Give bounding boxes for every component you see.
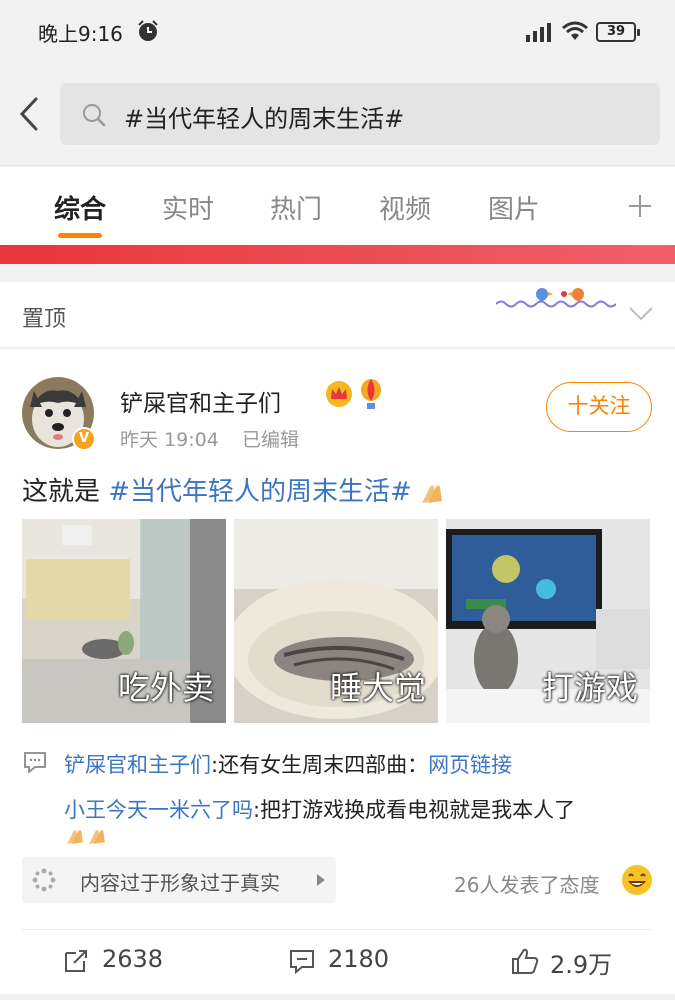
clap-emoji-icon bbox=[67, 830, 83, 844]
chevron-down-icon[interactable] bbox=[628, 306, 654, 322]
photo-caption: 吃外卖 bbox=[117, 669, 214, 707]
edited-label: 已编辑 bbox=[242, 429, 300, 451]
triangle-right-icon bbox=[317, 874, 325, 886]
active-tab-indicator bbox=[58, 233, 102, 238]
laughing-emoji-icon[interactable] bbox=[620, 863, 654, 897]
alarm-clock-icon bbox=[138, 20, 158, 41]
thumbs-up-icon bbox=[512, 948, 539, 974]
repost-button[interactable]: 2638 bbox=[62, 941, 172, 981]
action-divider bbox=[22, 929, 653, 930]
topic-banner-strip bbox=[0, 245, 675, 264]
search-header: #当代年轻人的周末生活# bbox=[0, 66, 675, 166]
author-name[interactable]: 铲屎官和主子们 bbox=[120, 384, 281, 418]
verified-badge-icon: V bbox=[72, 427, 96, 451]
photo-caption: 睡大觉 bbox=[329, 669, 426, 707]
repost-count: 2638 bbox=[102, 945, 164, 973]
comment-icon bbox=[290, 950, 314, 975]
comment-user[interactable]: 铲屎官和主子们 bbox=[64, 753, 211, 777]
reactions-summary[interactable]: 26人发表了态度 bbox=[454, 869, 599, 898]
comment-item[interactable]: 小王今天一米六了吗:把打游戏换成看电视就是我本人了 bbox=[64, 794, 575, 824]
post-text: 这就是 #当代年轻人的周末生活# bbox=[22, 471, 446, 508]
comment-text: :把打游戏换成看电视就是我本人了 bbox=[253, 798, 576, 822]
post-hashtag[interactable]: #当代年轻人的周末生活# bbox=[108, 477, 412, 507]
comment-user[interactable]: 小王今天一米六了吗 bbox=[64, 798, 253, 822]
comment-bubble-icon bbox=[24, 752, 46, 773]
post-photo-sleeping[interactable]: 睡大觉 bbox=[234, 519, 438, 723]
plus-icon[interactable] bbox=[627, 193, 653, 219]
post-photo-takeout[interactable]: 吃外卖 bbox=[22, 519, 226, 723]
like-count: 2.9万 bbox=[550, 951, 613, 979]
pinned-label: 置顶 bbox=[22, 307, 67, 332]
pinned-header[interactable]: 置顶 bbox=[0, 282, 675, 348]
clap-emoji-icon bbox=[421, 485, 442, 503]
topic-chip-text: 内容过于形象过于真实 bbox=[80, 871, 280, 895]
follow-button[interactable]: 十关注 bbox=[546, 382, 652, 432]
tab-video[interactable]: 视频 bbox=[379, 189, 431, 226]
tab-comprehensive[interactable]: 综合 bbox=[54, 189, 106, 226]
like-button[interactable]: 2.9万 bbox=[510, 941, 620, 981]
tab-realtime[interactable]: 实时 bbox=[162, 189, 214, 226]
post-text-prefix: 这就是 bbox=[22, 477, 109, 507]
photo-caption: 打游戏 bbox=[541, 669, 638, 707]
comment-emoji-line bbox=[64, 823, 108, 847]
comment-count: 2180 bbox=[328, 945, 390, 973]
tab-hot[interactable]: 热门 bbox=[270, 189, 322, 226]
share-icon bbox=[65, 950, 87, 972]
status-bar: 晚上9:16 39 bbox=[0, 0, 675, 66]
topic-chip[interactable]: 内容过于形象过于真实 bbox=[22, 857, 336, 903]
web-link[interactable]: 网页链接 bbox=[428, 753, 512, 777]
loading-spinner-icon bbox=[32, 868, 56, 892]
birds-decoration-icon bbox=[496, 288, 616, 308]
clap-emoji-icon bbox=[89, 830, 105, 844]
status-time: 晚上9:16 bbox=[38, 22, 123, 46]
crown-badge-icon bbox=[326, 381, 352, 407]
comment-item[interactable]: 铲屎官和主子们:还有女生周末四部曲：网页链接 bbox=[64, 749, 512, 779]
comment-text: :还有女生周末四部曲： bbox=[211, 753, 429, 777]
balloon-badge-icon bbox=[361, 379, 381, 409]
result-tabs: 综合 实时 热门 视频 图片 bbox=[0, 167, 675, 245]
comment-button[interactable]: 2180 bbox=[288, 941, 398, 981]
search-input[interactable]: #当代年轻人的周末生活# bbox=[60, 83, 660, 145]
tab-images[interactable]: 图片 bbox=[488, 189, 540, 226]
search-icon bbox=[83, 104, 106, 127]
post-photo-gaming[interactable]: 打游戏 bbox=[446, 519, 650, 723]
back-arrow-icon[interactable] bbox=[14, 94, 44, 134]
battery-indicator: 39 bbox=[596, 22, 640, 42]
wifi-icon bbox=[562, 21, 588, 40]
search-query: #当代年轻人的周末生活# bbox=[124, 105, 405, 133]
cellular-signal-icon bbox=[526, 23, 551, 42]
weibo-post-card: V 铲屎官和主子们 昨天 19:04 已编辑 十关注 这就是 #当代年轻人的周末… bbox=[0, 349, 675, 994]
post-time: 昨天 19:04 bbox=[120, 429, 219, 451]
